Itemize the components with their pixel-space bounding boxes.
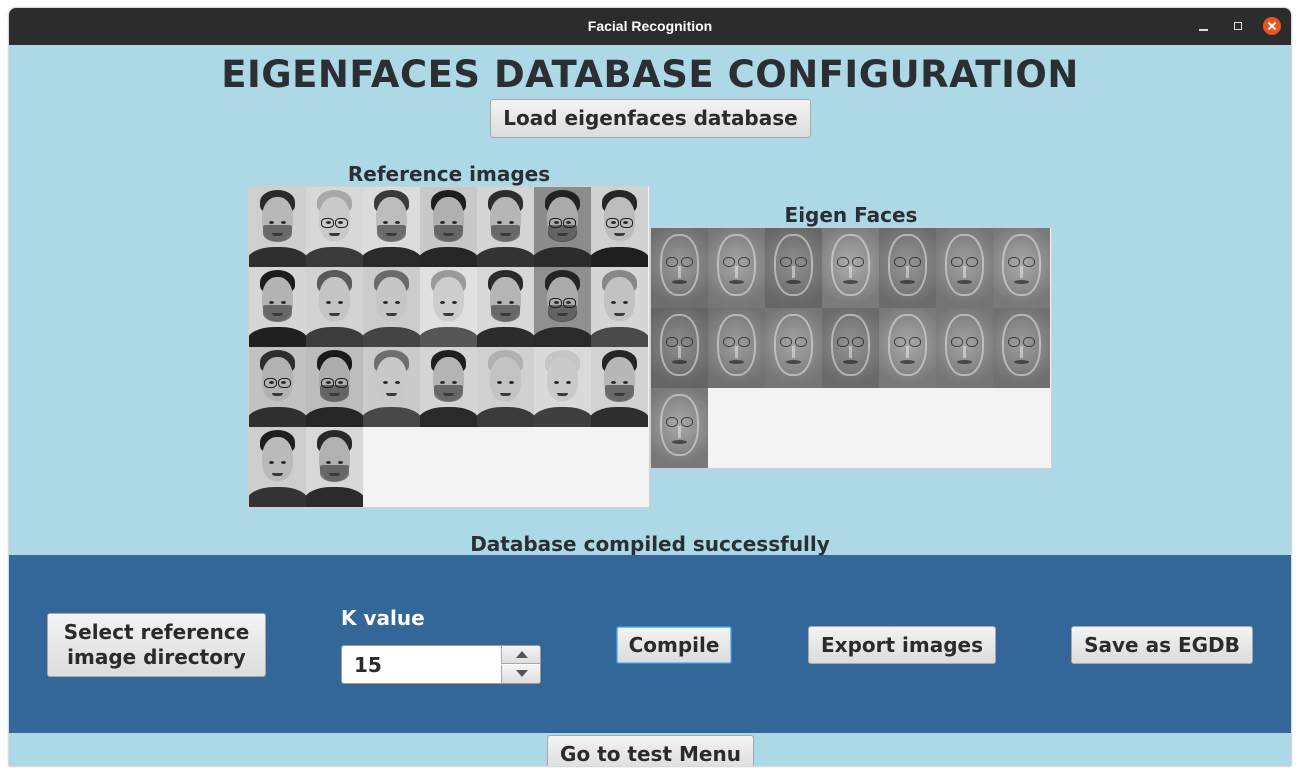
reference-images-label: Reference images [347, 162, 551, 186]
reference-image-thumbnail [591, 187, 648, 267]
eigen-face-thumbnail [708, 308, 765, 388]
go-to-test-menu-button[interactable]: Go to test Menu [547, 735, 754, 766]
reference-image-thumbnail [363, 187, 420, 267]
reference-image-thumbnail [306, 427, 363, 507]
eigen-face-thumbnail [822, 228, 879, 308]
eigen-face-thumbnail [651, 308, 708, 388]
reference-image-thumbnail [249, 187, 306, 267]
maximize-icon[interactable] [1229, 17, 1247, 35]
eigen-face-thumbnail [651, 388, 708, 468]
reference-image-thumbnail [420, 267, 477, 347]
main-content: EIGENFACES DATABASE CONFIGURATION Load e… [9, 45, 1291, 766]
eigen-faces-label: Eigen Faces [784, 203, 918, 227]
compile-button[interactable]: Compile [616, 626, 732, 664]
reference-image-thumbnail [249, 347, 306, 427]
save-egdb-button[interactable]: Save as EGDB [1071, 626, 1253, 664]
eigen-face-thumbnail [879, 308, 936, 388]
eigen-face-thumbnail [936, 308, 993, 388]
app-window: Facial Recognition EIGENFACES DATABASE C… [9, 8, 1291, 766]
eigen-face-thumbnail [936, 228, 993, 308]
eigen-face-thumbnail [993, 228, 1050, 308]
eigen-face-thumbnail [765, 308, 822, 388]
reference-image-thumbnail [477, 347, 534, 427]
reference-image-thumbnail [306, 267, 363, 347]
eigen-face-thumbnail [765, 228, 822, 308]
reference-image-thumbnail [249, 427, 306, 507]
reference-image-thumbnail [591, 267, 648, 347]
close-icon[interactable] [1263, 17, 1281, 35]
reference-image-thumbnail [249, 267, 306, 347]
reference-image-thumbnail [363, 267, 420, 347]
spinner-up-icon[interactable] [501, 646, 540, 664]
select-reference-directory-button[interactable]: Select reference image directory [47, 613, 266, 677]
reference-image-thumbnail [534, 347, 591, 427]
eigen-face-thumbnail [708, 228, 765, 308]
eigen-face-thumbnail [993, 308, 1050, 388]
window-title: Facial Recognition [587, 18, 713, 34]
eigen-face-thumbnail [822, 308, 879, 388]
reference-image-thumbnail [306, 347, 363, 427]
status-message: Database compiled successfully [470, 532, 830, 556]
title-bar: Facial Recognition [9, 8, 1291, 45]
k-value-spinner [341, 645, 541, 684]
reference-image-thumbnail [420, 187, 477, 267]
eigen-face-thumbnail [651, 228, 708, 308]
reference-images-grid [248, 186, 650, 508]
reference-image-thumbnail [306, 187, 363, 267]
controls-panel: Select reference image directory K value… [9, 555, 1291, 733]
reference-image-thumbnail [534, 187, 591, 267]
load-database-button[interactable]: Load eigenfaces database [490, 99, 811, 138]
k-value-label: K value [341, 606, 425, 630]
k-value-input[interactable] [342, 646, 500, 683]
eigen-faces-grid [650, 227, 1052, 469]
reference-image-thumbnail [363, 347, 420, 427]
page-title: EIGENFACES DATABASE CONFIGURATION [221, 53, 1079, 96]
spinner-down-icon[interactable] [501, 665, 540, 683]
reference-image-thumbnail [420, 347, 477, 427]
reference-image-thumbnail [477, 267, 534, 347]
minimize-icon[interactable] [1195, 17, 1213, 35]
reference-image-thumbnail [591, 347, 648, 427]
reference-image-thumbnail [534, 267, 591, 347]
eigen-face-thumbnail [879, 228, 936, 308]
reference-image-thumbnail [477, 187, 534, 267]
export-images-button[interactable]: Export images [808, 626, 996, 664]
